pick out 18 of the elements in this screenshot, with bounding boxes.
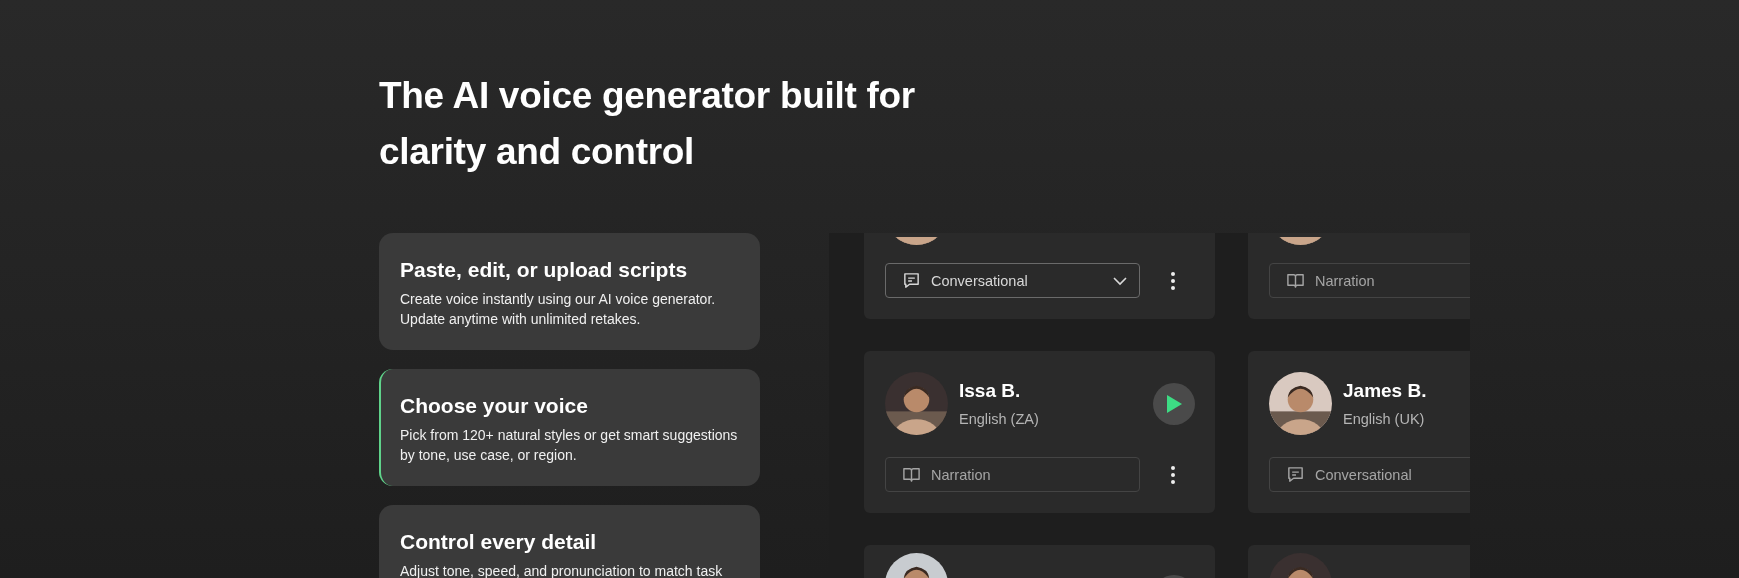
- page-heading: The AI voice generator built for clarity and control: [379, 74, 916, 174]
- feature-description: Adjust tone, speed, and pronunciation to match task: [400, 562, 724, 578]
- feature-title: Paste, edit, or upload scripts: [400, 257, 689, 283]
- feature-card[interactable]: Paste, edit, or upload scripts Create voice instantly using our AI voice generator. Update anytime with unlimited retakes.: [379, 233, 760, 350]
- voice-language: English (ZA): [959, 409, 1040, 429]
- feature-title: Control every detail: [400, 529, 598, 555]
- feature-card[interactable]: Control every detail Adjust tone, speed, and pronunciation to match task: [379, 505, 760, 578]
- style-dropdown[interactable]: Narration: [885, 457, 1140, 492]
- feature-title: Choose your voice: [400, 393, 589, 419]
- style-dropdown[interactable]: Conversational: [885, 263, 1140, 298]
- feature-card[interactable]: Choose your voice Pick from 120+ natural styles or get smart suggestions by tone, use case, or region.: [379, 369, 760, 486]
- voice-name: James B.: [1343, 378, 1428, 403]
- feature-description: Pick from 120+ natural styles or get smart suggestions by tone, use case, or region.: [400, 426, 739, 465]
- feature-description: Create voice instantly using our AI voice generator. Update anytime with unlimited retakes.: [400, 290, 717, 329]
- style-dropdown[interactable]: Narration: [1269, 263, 1470, 298]
- voice-language: English (UK): [1343, 409, 1426, 429]
- style-dropdown[interactable]: Conversational: [1269, 457, 1470, 492]
- voice-name: Issa B.: [959, 378, 1022, 403]
